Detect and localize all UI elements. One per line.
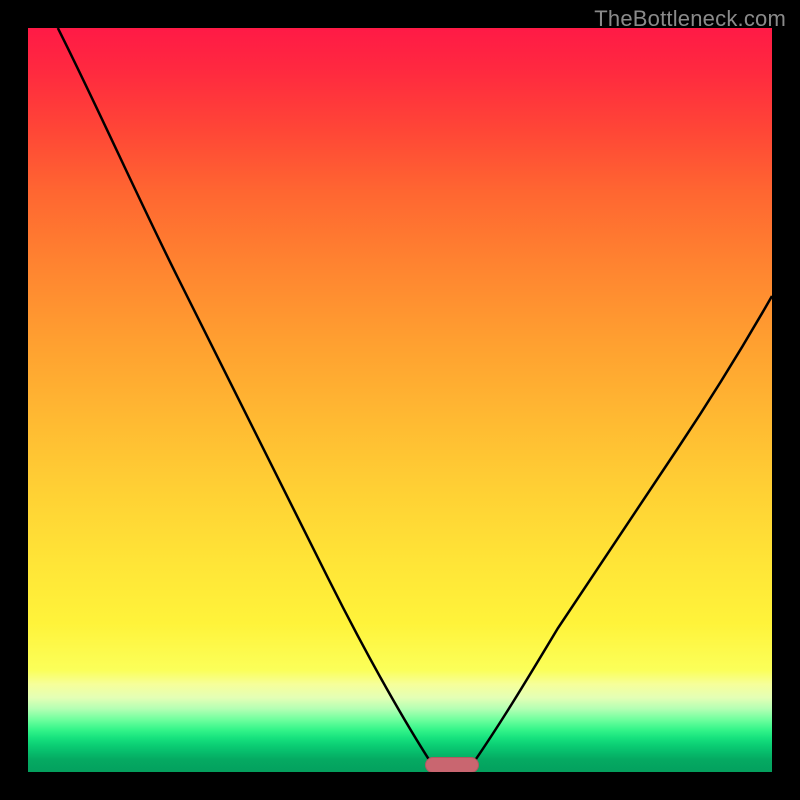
chart-frame: TheBottleneck.com <box>0 0 800 800</box>
right-curve <box>467 296 772 772</box>
bottleneck-marker <box>425 757 479 772</box>
curve-layer <box>28 28 772 772</box>
plot-area <box>28 28 772 772</box>
watermark-text: TheBottleneck.com <box>594 6 786 32</box>
left-curve <box>58 28 437 772</box>
